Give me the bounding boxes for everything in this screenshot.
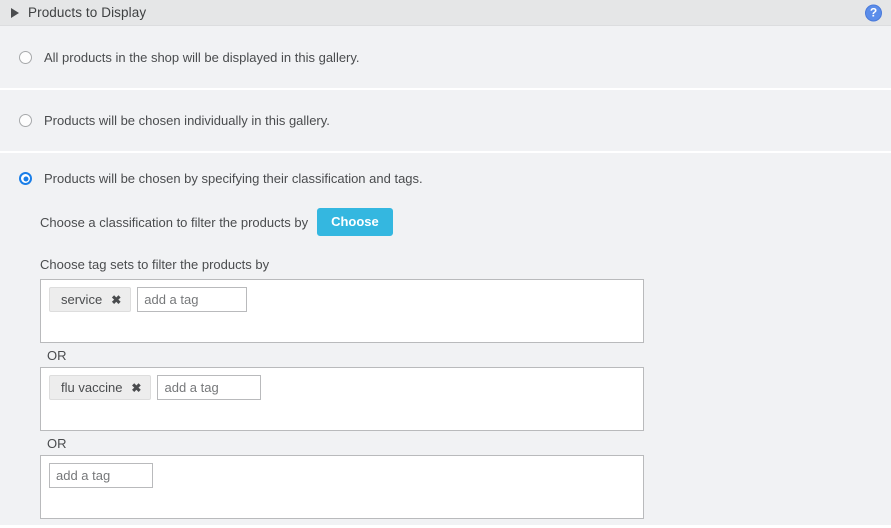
tag-chip-label: flu vaccine [61,380,123,395]
tag-set-box-2[interactable]: flu vaccine ✖ [40,367,644,431]
radio-all-products[interactable] [19,50,32,64]
radio-label-all-products: All products in the shop will be display… [44,49,360,65]
radio-line-classification-tags[interactable]: Products will be chosen by specifying th… [19,171,891,186]
radio-classification-tags[interactable] [19,172,32,185]
products-to-display-panel: Products to Display ? All products in th… [0,0,891,528]
add-tag-input-2[interactable] [157,375,262,400]
radio-line-individual-products[interactable]: Products will be chosen individually in … [19,113,330,128]
tag-set-box-3[interactable] [40,455,644,519]
radio-label-individual-products: Products will be chosen individually in … [44,113,330,128]
radio-label-classification-tags: Products will be chosen by specifying th… [44,171,423,186]
close-icon[interactable]: ✖ [131,382,141,394]
tag-chip-label: service [61,292,103,307]
panel-header[interactable]: Products to Display ? [0,0,891,26]
help-circle-icon[interactable]: ? [865,4,882,21]
tag-chip[interactable]: flu vaccine ✖ [49,375,152,400]
tag-set-box-1[interactable]: service ✖ [40,279,644,343]
radio-individual-products[interactable] [19,114,32,127]
option-row-all-products[interactable]: All products in the shop will be display… [0,26,891,90]
add-tag-input-3[interactable] [49,463,153,488]
triangle-right-icon[interactable] [11,7,19,18]
close-icon[interactable]: ✖ [111,294,121,306]
tagsets-label: Choose tag sets to filter the products b… [40,257,270,272]
or-separator-1: OR [47,348,67,363]
classification-label: Choose a classification to filter the pr… [40,214,309,230]
classification-tags-settings: Choose a classification to filter the pr… [19,186,891,519]
or-separator-2: OR [47,436,67,451]
page-title: Products to Display [28,5,147,20]
add-tag-input-1[interactable] [137,287,248,312]
classification-filter-row: Choose a classification to filter the pr… [40,208,891,236]
radio-line-all-products[interactable]: All products in the shop will be display… [19,50,360,65]
choose-classification-button[interactable]: Choose [317,208,393,236]
option-row-classification-tags[interactable]: Products will be chosen by specifying th… [0,153,891,525]
option-row-individual-products[interactable]: Products will be chosen individually in … [0,90,891,153]
tag-chip[interactable]: service ✖ [49,287,132,312]
